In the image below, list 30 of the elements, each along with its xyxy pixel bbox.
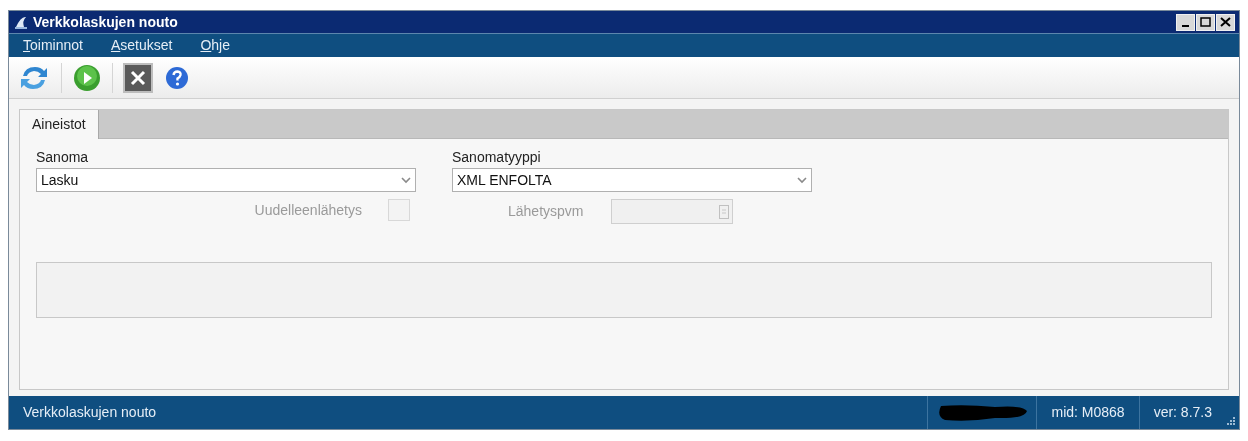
minimize-button[interactable] — [1176, 13, 1195, 31]
field-label: Sanomatyyppi — [452, 148, 542, 167]
status-mid: mid: M0868 — [1036, 396, 1139, 429]
close-icon — [1220, 17, 1231, 27]
resize-grip-icon — [1226, 416, 1236, 426]
status-version: ver: 8.7.3 — [1138, 396, 1226, 429]
status-text: Verkkolaskujen nouto — [22, 403, 158, 422]
field-label: Sanoma — [36, 148, 90, 167]
checkbox-label: Uudelleenlähetys — [254, 200, 362, 220]
close-button[interactable] — [1216, 13, 1235, 31]
tab[interactable]: Aineistot — [20, 110, 99, 139]
minimize-icon — [1182, 24, 1189, 27]
help-icon — [165, 65, 189, 90]
run-button[interactable] — [72, 62, 102, 93]
chevron-down-icon — [401, 176, 411, 184]
window-title: Verkkolaskujen nouto — [33, 12, 178, 32]
play-icon — [73, 63, 101, 92]
menu-item[interactable]: Toiminnot — [23, 35, 83, 56]
close-icon — [130, 69, 146, 86]
dropdown-field[interactable]: Lasku — [36, 168, 416, 192]
menu-item[interactable]: Asetukset — [110, 35, 173, 56]
calendar-icon — [719, 204, 730, 219]
date-label: Lähetyspvm — [508, 202, 584, 221]
chevron-down-icon — [797, 176, 807, 184]
menu-item[interactable]: Ohje — [200, 35, 230, 56]
cancel-button[interactable] — [123, 62, 153, 93]
dropdown-field[interactable]: XML ENFOLTA — [452, 168, 812, 192]
app-logo-icon — [13, 14, 29, 30]
maximize-icon — [1200, 17, 1211, 27]
maximize-button[interactable] — [1196, 13, 1215, 31]
